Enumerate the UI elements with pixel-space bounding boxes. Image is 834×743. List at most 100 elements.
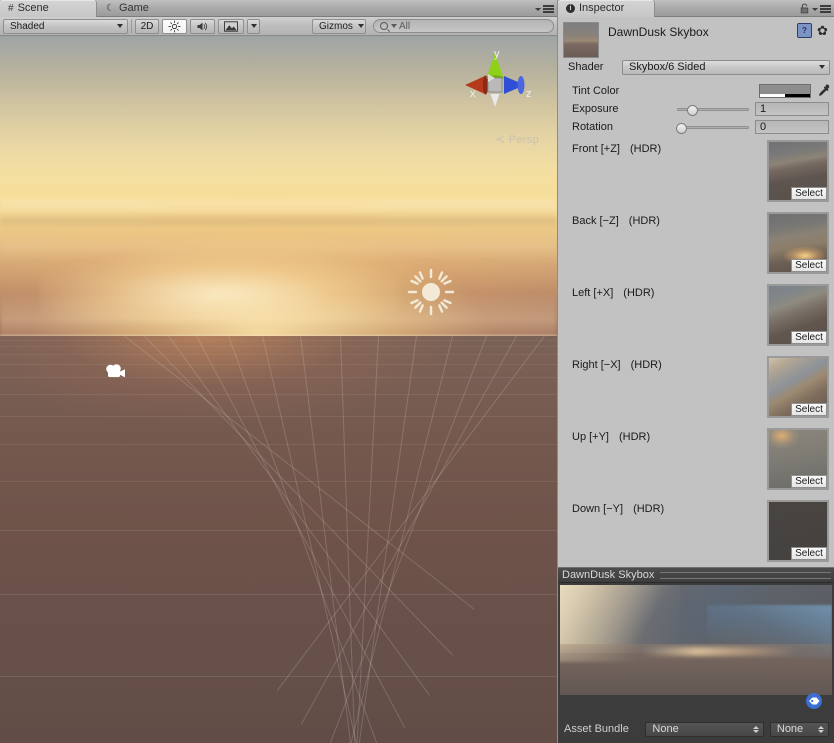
texture-front-label: Front [+Z](HDR) bbox=[572, 143, 661, 155]
texture-row-down: Down [−Y](HDR) Select bbox=[558, 500, 834, 567]
asset-bundle-dropdown[interactable]: None bbox=[645, 722, 763, 737]
exposure-slider-knob[interactable] bbox=[687, 105, 698, 116]
image-effects-icon bbox=[224, 21, 238, 32]
perspective-mode-label[interactable]: ≺ Persp bbox=[495, 132, 539, 146]
rotation-slider[interactable] bbox=[677, 126, 749, 129]
chevron-down-icon bbox=[812, 8, 818, 11]
speaker-audio-icon bbox=[196, 20, 209, 33]
tag-icon[interactable] bbox=[803, 693, 825, 709]
scene-orientation-gizmo[interactable]: x y z bbox=[455, 45, 535, 125]
gizmos-dropdown[interactable]: Gizmos bbox=[312, 19, 366, 34]
asset-bundle-value: None bbox=[652, 723, 678, 735]
scene-panel-menu-button[interactable] bbox=[536, 3, 554, 15]
skybox-preview-image[interactable] bbox=[560, 585, 832, 695]
camera-gizmo[interactable] bbox=[104, 362, 128, 380]
texture-slot-left[interactable]: Select bbox=[767, 284, 829, 346]
material-thumbnail[interactable] bbox=[563, 22, 599, 58]
texture-slot-down[interactable]: Select bbox=[767, 500, 829, 562]
select-button-front[interactable]: Select bbox=[791, 187, 827, 200]
gizmo-z-label: z bbox=[526, 88, 532, 100]
header-icon-group: ? ✿ bbox=[797, 23, 830, 38]
tab-game-label: Game bbox=[119, 0, 149, 17]
hamburger-menu-icon bbox=[820, 5, 831, 13]
up-down-arrows-icon bbox=[753, 726, 759, 733]
preview-rule bbox=[660, 572, 831, 579]
texture-slot-up[interactable]: Select bbox=[767, 428, 829, 490]
exposure-value-field[interactable]: 1 bbox=[755, 102, 829, 116]
grid-hash-icon: # bbox=[8, 4, 14, 14]
scene-toolbar: Shaded 2D bbox=[0, 17, 557, 36]
scene-search-input[interactable]: All bbox=[373, 19, 554, 33]
texture-left-name: Left [+X] bbox=[572, 287, 613, 299]
sun-lighting-icon bbox=[168, 20, 181, 33]
select-button-down[interactable]: Select bbox=[791, 547, 827, 560]
texture-row-left: Left [+X] (HDR) Select bbox=[558, 284, 834, 356]
texture-back-hdr: (HDR) bbox=[629, 215, 660, 227]
scene-tab-bar: # Scene ☾ Game bbox=[0, 0, 557, 17]
tint-color-swatch[interactable] bbox=[759, 84, 811, 98]
asset-bundle-variant-dropdown[interactable]: None bbox=[770, 722, 829, 737]
chevron-down-icon bbox=[391, 24, 397, 28]
texture-slot-back[interactable]: Select bbox=[767, 212, 829, 274]
chevron-down-icon bbox=[251, 24, 257, 28]
up-down-arrows-icon bbox=[818, 726, 824, 733]
texture-up-label: Up [+Y](HDR) bbox=[572, 431, 650, 443]
tab-scene-label: Scene bbox=[18, 0, 49, 17]
gear-icon[interactable]: ✿ bbox=[817, 24, 830, 37]
texture-left-hdr: (HDR) bbox=[623, 287, 654, 299]
select-button-up[interactable]: Select bbox=[791, 475, 827, 488]
exposure-label: Exposure bbox=[572, 103, 618, 115]
select-button-back[interactable]: Select bbox=[791, 259, 827, 272]
property-exposure: Exposure 1 bbox=[558, 100, 834, 118]
toggle-2d-label: 2D bbox=[141, 20, 154, 33]
texture-slot-front[interactable]: Select bbox=[767, 140, 829, 202]
scene-view-panel: # Scene ☾ Game Shaded 2D bbox=[0, 0, 557, 743]
property-rotation: Rotation 0 bbox=[558, 118, 834, 136]
toggle-effects-button[interactable] bbox=[218, 19, 244, 34]
draw-mode-dropdown[interactable]: Shaded bbox=[3, 19, 128, 34]
texture-right-name: Right [−X] bbox=[572, 359, 621, 371]
gizmo-x-label: x bbox=[470, 88, 476, 100]
toggle-2d-button[interactable]: 2D bbox=[135, 19, 159, 34]
texture-down-label: Down [−Y](HDR) bbox=[572, 503, 664, 515]
toggle-lighting-button[interactable] bbox=[162, 19, 187, 34]
preview-title: DawnDusk Skybox bbox=[562, 569, 660, 581]
texture-up-hdr: (HDR) bbox=[619, 431, 650, 443]
shader-label: Shader bbox=[568, 61, 622, 73]
material-properties: Tint Color Exposure 1 Rotat bbox=[558, 76, 834, 136]
lock-icon[interactable] bbox=[800, 3, 809, 14]
tint-color-label: Tint Color bbox=[572, 85, 619, 97]
eyedropper-icon[interactable] bbox=[816, 83, 831, 98]
directional-light-gizmo[interactable] bbox=[406, 267, 456, 317]
tab-game[interactable]: ☾ Game bbox=[98, 0, 190, 17]
select-button-right[interactable]: Select bbox=[791, 403, 827, 416]
scene-viewport[interactable]: x y z ≺ Persp bbox=[0, 37, 557, 743]
help-book-icon[interactable]: ? bbox=[797, 23, 812, 38]
scene-ground-grid bbox=[0, 336, 557, 743]
select-button-left[interactable]: Select bbox=[791, 331, 827, 344]
toggle-audio-button[interactable] bbox=[190, 19, 215, 34]
cloud-band bbox=[0, 213, 557, 229]
inspector-body: DawnDusk Skybox ? ✿ Shader Skybox/6 Side… bbox=[558, 18, 834, 567]
exposure-slider[interactable] bbox=[677, 108, 749, 111]
texture-left-label: Left [+X] (HDR) bbox=[572, 287, 654, 299]
texture-row-front: Front [+Z](HDR) Select bbox=[558, 140, 834, 212]
tab-inspector[interactable]: i Inspector bbox=[558, 0, 655, 17]
texture-row-up: Up [+Y](HDR) Select bbox=[558, 428, 834, 500]
effects-dropdown-button[interactable] bbox=[247, 19, 260, 34]
texture-front-hdr: (HDR) bbox=[630, 143, 661, 155]
tab-scene[interactable]: # Scene bbox=[0, 0, 97, 17]
tab-inspector-label: Inspector bbox=[579, 0, 624, 17]
shader-dropdown[interactable]: Skybox/6 Sided bbox=[622, 60, 830, 75]
draw-mode-label: Shaded bbox=[10, 20, 112, 33]
texture-slot-right[interactable]: Select bbox=[767, 356, 829, 418]
texture-down-name: Down [−Y] bbox=[572, 503, 623, 515]
chevron-down-icon bbox=[535, 8, 541, 11]
rotation-label: Rotation bbox=[572, 121, 613, 133]
rotation-value-field[interactable]: 0 bbox=[755, 120, 829, 134]
unity-editor-window: # Scene ☾ Game Shaded 2D bbox=[0, 0, 834, 743]
preview-title-bar[interactable]: DawnDusk Skybox bbox=[558, 568, 834, 583]
inspector-menu-button[interactable] bbox=[813, 3, 831, 15]
rotation-slider-knob[interactable] bbox=[676, 123, 687, 134]
inspector-tab-bar: i Inspector bbox=[558, 0, 834, 17]
